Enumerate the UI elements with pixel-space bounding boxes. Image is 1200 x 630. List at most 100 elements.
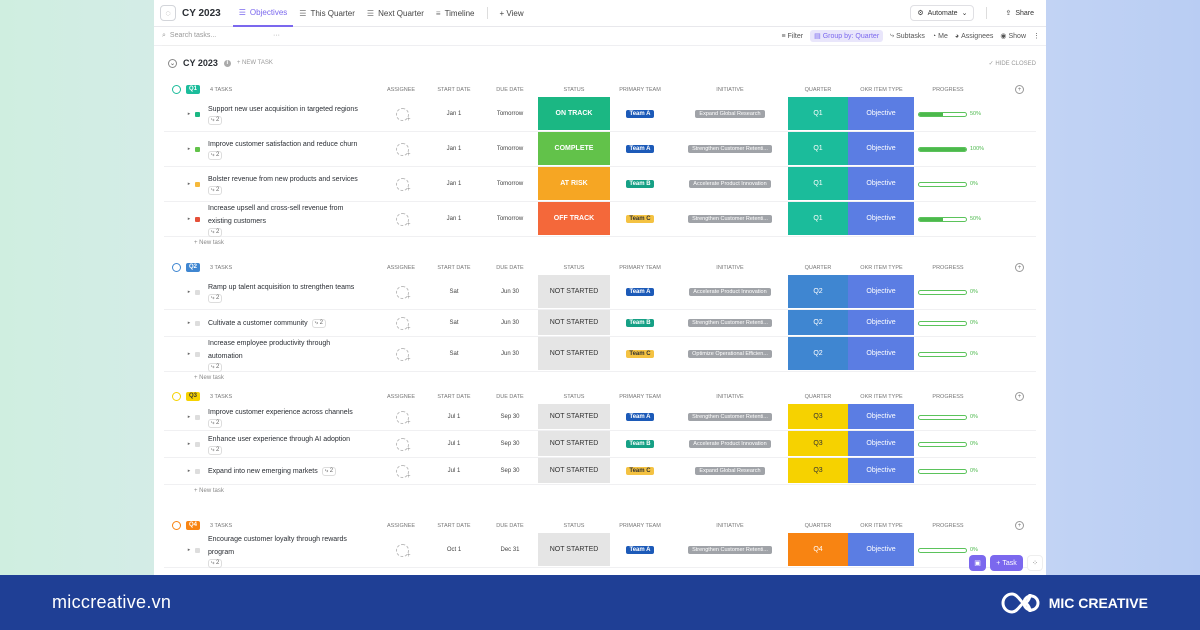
- tab-this-quarter[interactable]: ☰ This Quarter: [293, 0, 361, 27]
- task-name[interactable]: Improve customer satisfaction and reduce…: [208, 132, 368, 166]
- primary-team-cell[interactable]: Team A: [610, 97, 670, 131]
- start-date[interactable]: Oct 1: [432, 533, 476, 567]
- task-name[interactable]: Cultivate a customer community ⤷ 2: [208, 310, 368, 336]
- me-button[interactable]: ◔ Me: [932, 33, 948, 40]
- subtask-count[interactable]: ⤷ 2: [311, 318, 326, 328]
- column-header-okr-type[interactable]: OKR ITEM TYPE: [848, 87, 915, 93]
- task-title[interactable]: Bolster revenue from new products and se…: [208, 173, 358, 186]
- add-assignee-icon[interactable]: [395, 142, 411, 158]
- apps-icon[interactable]: ⁘: [1027, 555, 1043, 571]
- subtask-count[interactable]: ⤷ 2: [208, 186, 223, 195]
- add-column-icon[interactable]: +: [1015, 263, 1024, 272]
- initiative-cell[interactable]: Optimize Operational Efficien...: [676, 337, 784, 371]
- list-settings-icon[interactable]: ◌: [160, 5, 176, 21]
- more-icon[interactable]: ···: [273, 32, 280, 39]
- start-date[interactable]: Sat: [432, 337, 476, 371]
- expand-caret-icon[interactable]: ▸: [186, 275, 192, 309]
- column-header-assignee[interactable]: ASSIGNEE: [384, 87, 418, 93]
- task-row[interactable]: ▸ Encourage customer loyalty through rewa…: [164, 533, 1036, 568]
- task-row[interactable]: ▸ Bolster revenue from new products and s…: [164, 167, 1036, 202]
- quarter-cell[interactable]: Q2: [788, 275, 848, 309]
- status-cell[interactable]: COMPLETE: [538, 132, 610, 166]
- add-assignee-icon[interactable]: [395, 212, 411, 228]
- status-dot-icon[interactable]: [195, 442, 200, 447]
- task-title[interactable]: Support new user acquisition in targeted…: [208, 103, 358, 116]
- add-task-link[interactable]: + New task: [194, 488, 224, 494]
- due-date[interactable]: Sep 30: [488, 458, 532, 484]
- add-assignee-icon[interactable]: [395, 316, 411, 332]
- start-date[interactable]: Jul 1: [432, 404, 476, 430]
- task-name[interactable]: Enhance user experience through AI adopt…: [208, 431, 368, 457]
- filter-button[interactable]: ≡ Filter: [781, 33, 803, 40]
- quarter-cell[interactable]: Q4: [788, 533, 848, 567]
- okr-type-cell[interactable]: Objective: [848, 404, 915, 430]
- primary-team-cell[interactable]: Team C: [610, 202, 670, 236]
- column-header-quarter[interactable]: QUARTER: [788, 523, 848, 529]
- due-date[interactable]: Tomorrow: [488, 167, 532, 201]
- column-header-quarter[interactable]: QUARTER: [788, 265, 848, 271]
- expand-caret-icon[interactable]: ▸: [186, 97, 192, 131]
- add-assignee-icon[interactable]: [395, 464, 411, 480]
- status-cell[interactable]: NOT STARTED: [538, 458, 610, 484]
- column-header-progress[interactable]: PROGRESS: [918, 394, 978, 400]
- group-collapse-icon[interactable]: [172, 85, 181, 94]
- due-date[interactable]: Jun 30: [488, 337, 532, 371]
- task-name[interactable]: Support new user acquisition in targeted…: [208, 97, 368, 131]
- task-title[interactable]: Enhance user experience through AI adopt…: [208, 433, 350, 446]
- add-assignee-icon[interactable]: [395, 347, 411, 363]
- quarter-cell[interactable]: Q1: [788, 202, 848, 236]
- due-date[interactable]: Jun 30: [488, 275, 532, 309]
- subtask-count[interactable]: ⤷ 2: [208, 558, 223, 568]
- new-task-button[interactable]: + NEW TASK: [237, 60, 273, 66]
- column-header-status[interactable]: STATUS: [538, 523, 610, 529]
- status-cell[interactable]: AT RISK: [538, 167, 610, 201]
- assignee-cell[interactable]: [390, 167, 414, 201]
- subtask-count[interactable]: ⤷ 2: [208, 419, 223, 428]
- assignees-button[interactable]: ◕ Assignees: [955, 33, 994, 40]
- okr-type-cell[interactable]: Objective: [848, 458, 915, 484]
- column-header-start-date[interactable]: START DATE: [432, 87, 476, 93]
- subtask-count[interactable]: ⤷ 2: [208, 151, 223, 160]
- initiative-cell[interactable]: Strengthen Customer Retenti...: [676, 404, 784, 430]
- quarter-cell[interactable]: Q1: [788, 97, 848, 131]
- okr-type-cell[interactable]: Objective: [848, 431, 915, 457]
- task-title[interactable]: Improve customer satisfaction and reduce…: [208, 138, 357, 151]
- group-collapse-icon[interactable]: [172, 521, 181, 530]
- due-date[interactable]: Tomorrow: [488, 132, 532, 166]
- column-header-primary-team[interactable]: PRIMARY TEAM: [610, 523, 670, 529]
- okr-type-cell[interactable]: Objective: [848, 337, 915, 371]
- add-assignee-icon[interactable]: [395, 543, 411, 559]
- assignee-cell[interactable]: [390, 431, 414, 457]
- task-name[interactable]: Improve customer experience across chann…: [208, 404, 368, 430]
- add-task-link[interactable]: + New task: [194, 375, 224, 381]
- quarter-cell[interactable]: Q1: [788, 132, 848, 166]
- column-header-due-date[interactable]: DUE DATE: [488, 523, 532, 529]
- due-date[interactable]: Tomorrow: [488, 202, 532, 236]
- add-assignee-icon[interactable]: [395, 437, 411, 453]
- primary-team-cell[interactable]: Team A: [610, 275, 670, 309]
- subtask-count[interactable]: ⤷ 2: [321, 466, 337, 476]
- column-header-initiative[interactable]: INITIATIVE: [676, 265, 784, 271]
- column-header-due-date[interactable]: DUE DATE: [488, 265, 532, 271]
- column-header-primary-team[interactable]: PRIMARY TEAM: [610, 265, 670, 271]
- add-assignee-icon[interactable]: [395, 177, 411, 193]
- status-cell[interactable]: NOT STARTED: [538, 337, 610, 371]
- tab-timeline[interactable]: ≡ Timeline: [430, 0, 481, 27]
- task-row[interactable]: ▸ Improve customer experience across chan…: [164, 404, 1036, 431]
- initiative-cell[interactable]: Strengthen Customer Retenti...: [676, 132, 784, 166]
- quarter-cell[interactable]: Q3: [788, 458, 848, 484]
- start-date[interactable]: Sat: [432, 310, 476, 336]
- task-title[interactable]: Increase upsell and cross-sell revenue f…: [208, 202, 364, 228]
- due-date[interactable]: Jun 30: [488, 310, 532, 336]
- task-name[interactable]: Ramp up talent acquisition to strengthen…: [208, 275, 368, 309]
- tab-objectives[interactable]: ☰ Objectives: [232, 0, 294, 27]
- status-cell[interactable]: ON TRACK: [538, 97, 610, 131]
- expand-caret-icon[interactable]: ▸: [186, 132, 192, 166]
- add-column-icon[interactable]: +: [1015, 392, 1024, 401]
- start-date[interactable]: Jan 1: [432, 202, 476, 236]
- column-header-progress[interactable]: PROGRESS: [918, 523, 978, 529]
- column-header-primary-team[interactable]: PRIMARY TEAM: [610, 87, 670, 93]
- assignee-cell[interactable]: [390, 337, 414, 371]
- tab-next-quarter[interactable]: ☰ Next Quarter: [361, 0, 430, 27]
- status-dot-icon[interactable]: [195, 352, 200, 357]
